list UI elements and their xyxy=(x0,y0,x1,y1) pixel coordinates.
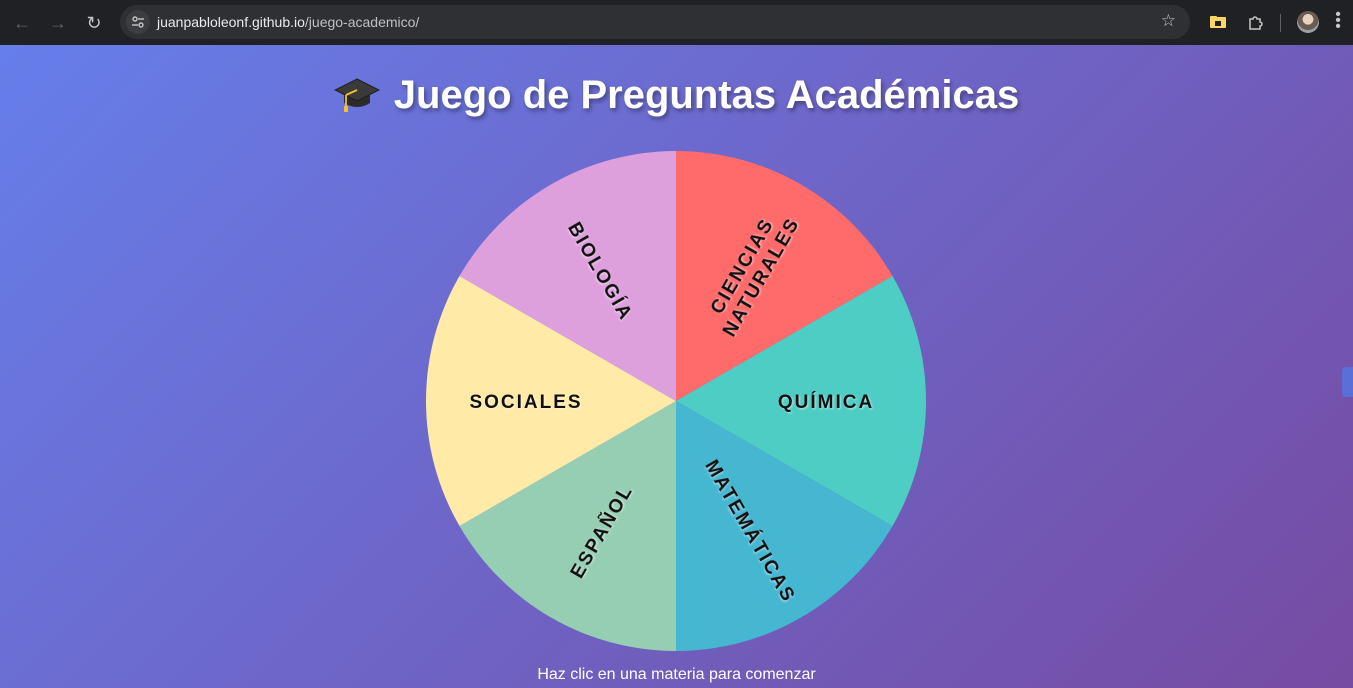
extensions-puzzle-icon[interactable] xyxy=(1243,10,1267,34)
toolbar-divider xyxy=(1280,14,1281,32)
browser-toolbar: ← → ↻ juanpabloleonf.github.io/juego-aca… xyxy=(0,0,1353,45)
page-viewport: Juego de Preguntas Académicas CIENCIASNA… xyxy=(0,45,1353,688)
menu-kebab-icon[interactable]: • • • xyxy=(1334,7,1342,35)
bookmark-star-icon[interactable]: ☆ xyxy=(1161,11,1176,31)
reload-icon[interactable]: ↻ xyxy=(80,9,108,37)
subject-wheel[interactable]: CIENCIASNATURALESQUÍMICAMATEMÁTICASESPAÑ… xyxy=(425,150,927,652)
url-text: juanpabloleonf.github.io/juego-academico… xyxy=(157,14,419,30)
forward-icon[interactable]: → xyxy=(44,9,72,37)
url-path: /juego-academico/ xyxy=(304,14,420,30)
site-info-icon[interactable] xyxy=(126,10,150,34)
tune-icon xyxy=(132,16,144,28)
page-title: Juego de Preguntas Académicas xyxy=(0,73,1353,124)
page-title-text: Juego de Preguntas Académicas xyxy=(393,73,1020,117)
back-icon[interactable]: ← xyxy=(8,9,36,37)
wheel-label-quimica: QUÍMICA xyxy=(778,391,874,413)
wheel-label-sociales: SOCIALES xyxy=(469,392,582,413)
address-bar[interactable]: juanpabloleonf.github.io/juego-academico… xyxy=(120,5,1190,39)
instruction-text: Haz clic en una materia para comenzar xyxy=(537,666,816,683)
url-host: juanpabloleonf.github.io xyxy=(157,14,305,30)
extension-folder-icon[interactable] xyxy=(1206,10,1230,34)
graduation-cap-icon xyxy=(333,76,380,124)
profile-avatar[interactable] xyxy=(1297,11,1319,33)
folder-icon xyxy=(1210,16,1226,28)
puzzle-icon xyxy=(1248,15,1263,30)
side-panel-tab[interactable] xyxy=(1342,367,1353,397)
